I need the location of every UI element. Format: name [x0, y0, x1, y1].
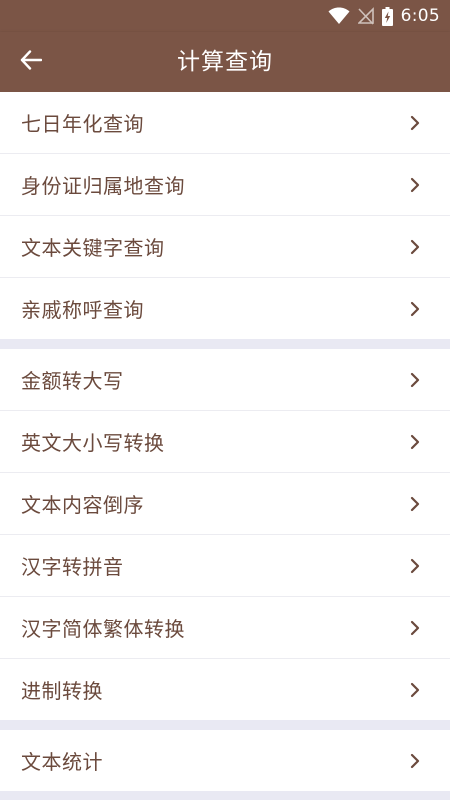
menu-item-text-keyword[interactable]: 文本关键字查询 [0, 215, 450, 277]
chevron-right-icon [410, 301, 420, 316]
menu-item-text-reverse[interactable]: 文本内容倒序 [0, 472, 450, 534]
back-button[interactable] [10, 41, 52, 83]
chevron-right-icon [410, 372, 420, 387]
menu-item-english-case[interactable]: 英文大小写转换 [0, 410, 450, 472]
menu-item-id-card-location[interactable]: 身份证归属地查询 [0, 153, 450, 215]
chevron-right-icon [410, 239, 420, 254]
chevron-right-icon [410, 620, 420, 635]
page-title: 计算查询 [177, 49, 273, 75]
status-bar: 6:05 [0, 0, 450, 32]
signal-off-icon [357, 7, 374, 25]
menu-item-amount-uppercase[interactable]: 金额转大写 [0, 349, 450, 410]
chevron-right-icon [410, 177, 420, 192]
menu-group-stats: 文本统计 [0, 730, 450, 791]
menu-item-label: 七日年化查询 [21, 112, 144, 136]
status-icons: 6:05 [328, 0, 440, 32]
wifi-icon [328, 7, 350, 25]
menu-item-text-statistics[interactable]: 文本统计 [0, 730, 450, 791]
menu-item-hanzi-pinyin[interactable]: 汉字转拼音 [0, 534, 450, 596]
chevron-right-icon [410, 753, 420, 768]
menu-item-seven-day-annualized[interactable]: 七日年化查询 [0, 92, 450, 153]
menu-item-simplified-traditional[interactable]: 汉字简体繁体转换 [0, 596, 450, 658]
chevron-right-icon [410, 558, 420, 573]
chevron-right-icon [410, 115, 420, 130]
arrow-left-icon [20, 50, 43, 74]
menu-item-label: 文本内容倒序 [21, 493, 144, 517]
menu-group-query: 七日年化查询 身份证归属地查询 文本关键字查询 亲戚称呼查询 [0, 92, 450, 339]
menu-item-label: 汉字简体繁体转换 [21, 617, 185, 641]
menu-item-label: 汉字转拼音 [21, 555, 124, 579]
menu-list: 七日年化查询 身份证归属地查询 文本关键字查询 亲戚称呼查询 金额转大写 英文大… [0, 92, 450, 791]
menu-item-base-conversion[interactable]: 进制转换 [0, 658, 450, 720]
chevron-right-icon [410, 496, 420, 511]
status-time: 6:05 [400, 6, 440, 26]
menu-item-label: 文本统计 [21, 750, 103, 774]
menu-item-label: 身份证归属地查询 [21, 174, 185, 198]
menu-item-label: 进制转换 [21, 679, 103, 703]
battery-charging-icon [381, 6, 393, 26]
menu-group-convert: 金额转大写 英文大小写转换 文本内容倒序 汉字转拼音 汉字简体繁体转换 进制转换 [0, 349, 450, 720]
menu-item-label: 文本关键字查询 [21, 236, 165, 260]
menu-item-label: 金额转大写 [21, 369, 124, 393]
chevron-right-icon [410, 434, 420, 449]
menu-item-label: 亲戚称呼查询 [21, 298, 144, 322]
chevron-right-icon [410, 682, 420, 697]
app-bar: 计算查询 [0, 32, 450, 92]
menu-item-relative-title[interactable]: 亲戚称呼查询 [0, 277, 450, 339]
menu-item-label: 英文大小写转换 [21, 431, 165, 455]
